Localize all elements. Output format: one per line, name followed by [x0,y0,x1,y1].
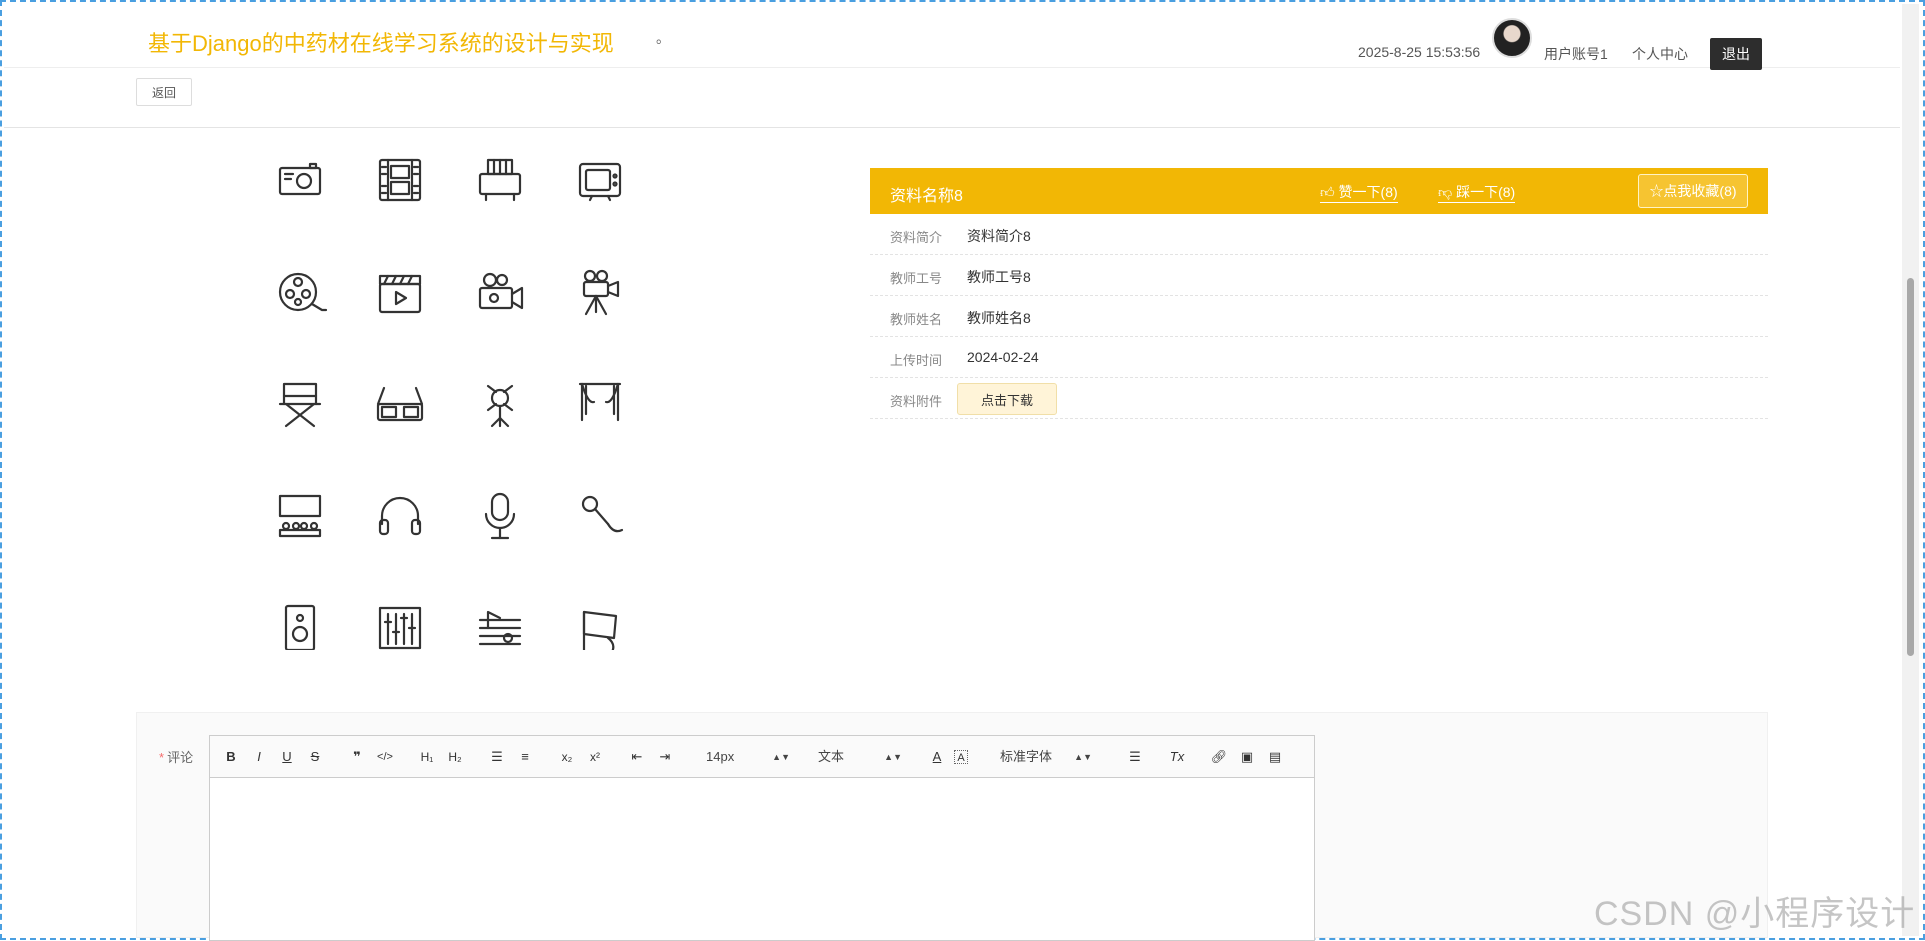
director-chair-icon [270,374,330,434]
attachment-row: 资料附件 点击下载 [870,378,1768,419]
film-reel-icon [270,262,330,322]
watermark: CSDN @小程序设计 [1594,895,1916,933]
like-label: 赞一下(8) [1338,184,1398,200]
back-button[interactable]: 返回 [136,78,192,106]
back-bar: 返回 [4,68,1900,128]
rich-text-editor: B I U S ❞ </> H₁ H₂ ☰ ≡ x₂ x² ⇤ ⇥ 14px ▲▼… [209,735,1315,941]
title-dot: 。 [656,30,670,46]
info-row: 上传时间 2024-02-24 [870,337,1768,378]
info-label: 上传时间 [890,353,943,368]
italic-icon[interactable]: I [248,746,270,768]
studio-microphone-icon [470,486,530,546]
info-value: 资料简介8 [967,228,1031,244]
site-title: 基于Django的中药材在线学习系统的设计与实现 [148,31,614,56]
dislike-link[interactable]: 👎︎ 踩一下(8) [1438,182,1516,203]
mixer-icon [370,598,430,650]
comment-label: * 评论 [159,747,193,766]
clear-format-icon[interactable]: Tx [1166,746,1188,768]
link-icon[interactable]: 🔗︎ [1208,746,1230,768]
image-icon[interactable]: ▣ [1236,746,1258,768]
music-flag-icon [570,598,630,650]
outdent-icon[interactable]: ⇤ [626,746,648,768]
top-header: 基于Django的中药材在线学习系统的设计与实现 。 2025-8-25 15:… [4,4,1900,70]
superscript-icon[interactable]: x² [584,746,606,768]
spotlight-icon [470,374,530,434]
theater-curtain-icon [570,374,630,434]
speaker-icon [270,598,330,650]
username[interactable]: 用户账号1 [1544,44,1608,64]
like-link[interactable]: 👍︎ 赞一下(8) [1320,182,1398,203]
ordered-list-icon[interactable]: ☰ [486,746,508,768]
info-label: 教师工号 [890,271,943,286]
comment-form: * 评论 B I U S ❞ </> H₁ H₂ ☰ ≡ x₂ x² ⇤ ⇥ 14… [136,712,1768,941]
printer-icon [470,150,530,210]
comment-label-text: 评论 [167,750,194,765]
bullet-list-icon[interactable]: ≡ [514,746,536,768]
background-color-icon[interactable]: A [954,750,968,764]
select-arrow-icon: ▲▼ [1074,752,1092,762]
download-button[interactable]: 点击下载 [957,383,1057,415]
music-notes-icon [470,598,530,650]
tv-icon [570,150,630,210]
personal-center-link[interactable]: 个人中心 [1632,44,1688,64]
cinema-seats-icon [270,486,330,546]
thumbs-up-icon: 👍︎ [1320,184,1339,200]
clapperboard-icon [370,262,430,322]
avatar[interactable] [1492,18,1532,58]
info-row: 教师工号 教师工号8 [870,255,1768,296]
logout-button[interactable]: 退出 [1710,38,1762,70]
info-label: 教师姓名 [890,312,943,327]
video-icon[interactable]: ▤ [1264,746,1286,768]
font-size-value: 14px [706,749,735,764]
video-camera-icon [470,262,530,322]
material-info-header: 资料名称8 👍︎ 赞一下(8) 👎︎ 踩一下(8) ☆点我收藏(8) [870,168,1768,214]
underline-icon[interactable]: U [276,746,298,768]
3d-glasses-icon [370,374,430,434]
align-icon[interactable]: ☰ [1124,746,1146,768]
blockquote-icon[interactable]: ❞ [346,746,368,768]
editor-content-area[interactable] [210,778,1314,940]
font-size-select[interactable]: 14px ▲▼ [706,746,790,768]
info-label: 资料简介 [890,230,943,245]
indent-icon[interactable]: ⇥ [654,746,676,768]
font-family-value: 标准字体 [1000,749,1053,764]
current-datetime: 2025-8-25 15:53:56 [1358,44,1481,60]
info-value: 教师工号8 [967,269,1031,285]
handheld-microphone-icon [570,486,630,546]
material-info-panel: 资料名称8 👍︎ 赞一下(8) 👎︎ 踩一下(8) ☆点我收藏(8) 资料简介 … [870,168,1768,419]
select-arrow-icon: ▲▼ [772,752,790,762]
info-row: 资料简介 资料简介8 [870,214,1768,255]
vertical-scrollbar[interactable] [1902,4,1919,936]
heading-2-icon[interactable]: H₂ [444,746,466,768]
info-row: 教师姓名 教师姓名8 [870,296,1768,337]
dislike-label: 踩一下(8) [1456,184,1516,200]
font-family-select[interactable]: 标准字体 ▲▼ [1000,746,1092,768]
bold-icon[interactable]: B [220,746,242,768]
info-value: 2024-02-24 [967,349,1039,365]
movie-projector-icon [570,262,630,322]
select-arrow-icon: ▲▼ [884,752,902,762]
text-type-value: 文本 [818,749,845,764]
strikethrough-icon[interactable]: S [304,746,326,768]
material-image [270,150,670,650]
required-mark: * [159,750,165,765]
subscript-icon[interactable]: x₂ [556,746,578,768]
text-type-select[interactable]: 文本 ▲▼ [818,746,902,768]
material-name: 资料名称8 [890,188,963,205]
editor-toolbar: B I U S ❞ </> H₁ H₂ ☰ ≡ x₂ x² ⇤ ⇥ 14px ▲▼… [210,736,1314,778]
code-block-icon[interactable]: </> [374,746,396,768]
favorite-button[interactable]: ☆点我收藏(8) [1638,174,1748,208]
camera-icon [270,150,330,210]
scrollbar-thumb[interactable] [1907,278,1914,656]
heading-1-icon[interactable]: H₁ [416,746,438,768]
headphones-icon [370,486,430,546]
thumbs-down-icon: 👎︎ [1438,184,1457,200]
attachment-label: 资料附件 [890,394,943,409]
film-strip-icon [370,150,430,210]
font-color-icon[interactable]: A [926,746,948,768]
info-value: 教师姓名8 [967,310,1031,326]
